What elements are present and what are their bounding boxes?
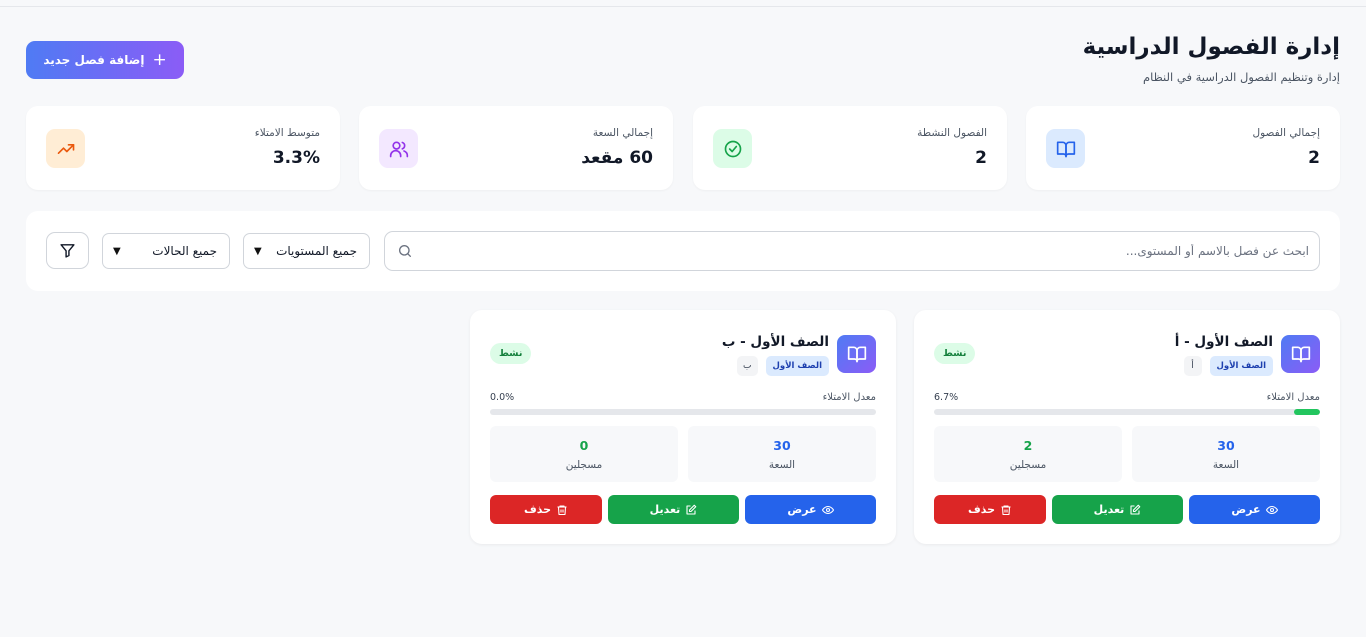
enrolled-value: 2 bbox=[1023, 438, 1033, 453]
check-circle-icon bbox=[713, 129, 752, 168]
status-select[interactable]: جميع الحالات ▼ bbox=[102, 233, 230, 269]
delete-label: حذف bbox=[523, 503, 552, 516]
users-icon bbox=[379, 129, 418, 168]
stat-value: 60 مقعد bbox=[581, 148, 653, 168]
chevron-down-icon: ▼ bbox=[254, 245, 262, 257]
status-badge: نشط bbox=[490, 343, 532, 364]
delete-button[interactable]: حذف bbox=[934, 495, 1046, 524]
delete-label: حذف bbox=[967, 503, 996, 516]
stat-card-average-occupancy: متوسط الامتلاء 3.3% bbox=[26, 106, 340, 190]
delete-button[interactable]: حذف bbox=[490, 495, 602, 524]
stat-label: إجمالي الفصول bbox=[1252, 127, 1320, 139]
search-box bbox=[384, 231, 1320, 271]
section-tag: ب bbox=[737, 356, 758, 376]
stat-value: 3.3% bbox=[272, 148, 320, 168]
class-name: الصف الأول - ب bbox=[721, 334, 829, 350]
stat-label: إجمالي السعة bbox=[592, 127, 653, 139]
eye-icon bbox=[1265, 505, 1278, 514]
stat-label: الفصول النشطة bbox=[917, 127, 987, 139]
occupancy-percent: 6.7% bbox=[934, 392, 959, 403]
occupancy-label: معدل الامتلاء bbox=[1266, 392, 1320, 403]
status-select-value: جميع الحالات bbox=[152, 244, 217, 258]
view-label: عرض bbox=[787, 503, 817, 516]
edit-label: تعديل bbox=[1093, 503, 1125, 516]
class-name: الصف الأول - أ bbox=[1174, 334, 1273, 350]
enrolled-metric: 0 مسجلين bbox=[490, 426, 678, 482]
page-subtitle: إدارة وتنظيم الفصول الدراسية في النظام bbox=[1143, 70, 1340, 84]
add-class-button[interactable]: + إضافة فصل جديد bbox=[26, 41, 184, 79]
stat-card-total-classes: إجمالي الفصول 2 bbox=[1026, 106, 1340, 190]
occupancy-label: معدل الامتلاء bbox=[822, 392, 876, 403]
capacity-label: السعة bbox=[768, 459, 796, 471]
book-open-icon bbox=[1281, 335, 1320, 373]
book-open-icon bbox=[1046, 129, 1085, 168]
capacity-value: 30 bbox=[1217, 438, 1235, 453]
enrolled-label: مسجلين bbox=[565, 459, 603, 471]
capacity-metric: 30 السعة bbox=[688, 426, 876, 482]
class-card: الصف الأول - ب الصف الأول ب نشط معدل الا… bbox=[470, 310, 896, 544]
enrolled-value: 0 bbox=[579, 438, 589, 453]
filter-bar: جميع المستويات ▼ جميع الحالات ▼ bbox=[26, 211, 1340, 291]
capacity-value: 30 bbox=[773, 438, 791, 453]
view-button[interactable]: عرض bbox=[745, 495, 876, 524]
edit-button[interactable]: تعديل bbox=[1052, 495, 1183, 524]
edit-icon bbox=[1130, 504, 1141, 515]
occupancy-progress-bar bbox=[934, 409, 1320, 415]
eye-icon bbox=[821, 505, 834, 514]
filter-button[interactable] bbox=[46, 232, 89, 269]
edit-icon bbox=[686, 504, 697, 515]
stat-card-active-classes: الفصول النشطة 2 bbox=[693, 106, 1007, 190]
trash-icon bbox=[557, 504, 567, 515]
stat-card-total-capacity: إجمالي السعة 60 مقعد bbox=[359, 106, 673, 190]
search-icon bbox=[397, 243, 413, 263]
edit-button[interactable]: تعديل bbox=[608, 495, 739, 524]
level-select[interactable]: جميع المستويات ▼ bbox=[243, 233, 370, 269]
section-tag: أ bbox=[1183, 356, 1202, 376]
stat-label: متوسط الامتلاء bbox=[254, 127, 320, 139]
occupancy-percent: 0.0% bbox=[490, 392, 515, 403]
trash-icon bbox=[1001, 504, 1011, 515]
chevron-down-icon: ▼ bbox=[113, 245, 121, 257]
enrolled-label: مسجلين bbox=[1009, 459, 1047, 471]
search-input[interactable] bbox=[449, 232, 1309, 270]
trending-up-icon bbox=[46, 129, 85, 168]
class-tags: الصف الأول ب bbox=[737, 356, 829, 376]
view-button[interactable]: عرض bbox=[1189, 495, 1320, 524]
occupancy-progress-fill bbox=[1294, 409, 1320, 415]
capacity-label: السعة bbox=[1212, 459, 1240, 471]
occupancy-progress-bar bbox=[490, 409, 876, 415]
enrolled-metric: 2 مسجلين bbox=[934, 426, 1122, 482]
capacity-metric: 30 السعة bbox=[1132, 426, 1320, 482]
add-class-label: إضافة فصل جديد bbox=[43, 53, 145, 67]
filter-icon bbox=[60, 244, 75, 258]
view-label: عرض bbox=[1231, 503, 1261, 516]
book-open-icon bbox=[837, 335, 876, 373]
level-tag: الصف الأول bbox=[1209, 356, 1273, 376]
top-divider bbox=[0, 6, 1366, 7]
level-select-value: جميع المستويات bbox=[276, 244, 357, 258]
stat-value: 2 bbox=[1308, 148, 1320, 168]
page-title: إدارة الفصول الدراسية bbox=[1082, 34, 1340, 60]
plus-icon: + bbox=[152, 49, 167, 70]
stat-value: 2 bbox=[975, 148, 987, 168]
class-tags: الصف الأول أ bbox=[1183, 356, 1273, 376]
status-badge: نشط bbox=[934, 343, 976, 364]
level-tag: الصف الأول bbox=[765, 356, 829, 376]
class-card: الصف الأول - أ الصف الأول أ نشط معدل الا… bbox=[914, 310, 1340, 544]
edit-label: تعديل bbox=[649, 503, 681, 516]
